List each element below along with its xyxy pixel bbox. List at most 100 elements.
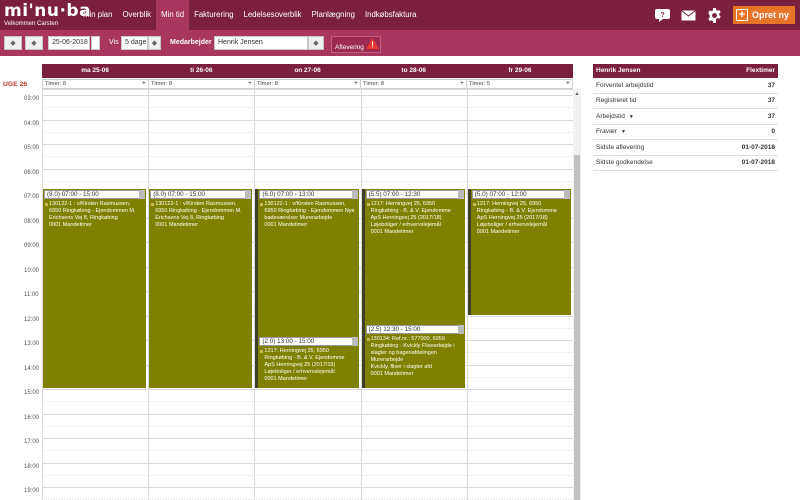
settings-gear-icon[interactable] (707, 7, 723, 23)
create-new-button[interactable]: + Opret ny (732, 6, 795, 24)
summary-row: Sidste aflevering 01-07-2018 (593, 140, 778, 156)
entry-line: Ringkøbing - Kvickly Flisearbejde i (370, 342, 455, 349)
entry-line: 1217: Herningvej 25, 6950 (370, 201, 436, 207)
date-field[interactable]: 25-06-2018 (48, 36, 90, 50)
nav-indkobsfaktura[interactable]: Indkøbsfaktura (360, 0, 422, 30)
row-label: Arbejdstid (596, 112, 625, 120)
nav-planlaegning[interactable]: Planlægning (307, 0, 360, 30)
calendar-icon[interactable] (91, 36, 100, 50)
prev-week-button[interactable]: ◆ (4, 36, 22, 50)
time-entry[interactable]: (5.5) 07:00 - 12:30 1217: Herningvej 25, … (361, 189, 465, 327)
entry-line: Ringkøbing - B. & V. Ejendomme (476, 208, 557, 214)
hour-row: 04:00 (0, 119, 573, 145)
entry-line: 0001 Mandetimer (264, 376, 308, 382)
timer-cell: Timer: 5 + (467, 79, 573, 89)
hour-label: 17:00 (24, 439, 40, 445)
entry-menu-icon[interactable] (457, 190, 464, 199)
scroll-up-icon[interactable]: ▲ (573, 91, 581, 99)
add-entry-icon[interactable]: + (248, 80, 252, 88)
row-value: 37 (767, 97, 775, 105)
mail-icon[interactable] (681, 7, 697, 23)
entry-status-icon (45, 203, 48, 206)
entry-line: 0001 Mandetimer (370, 370, 414, 377)
entry-header: (6.0) 07:00 - 13:00 (259, 190, 358, 199)
grid-top-line (42, 89, 573, 90)
add-entry-icon[interactable]: + (566, 80, 570, 88)
hour-line (42, 95, 573, 96)
hour-label: 15:00 (24, 390, 40, 396)
hour-line (42, 144, 573, 145)
entry-line: Løjeboliger / erhvervslejemål (476, 222, 548, 228)
timer-text: Timer: 8 (363, 81, 385, 87)
summary-row[interactable]: Arbejdstid ▼ 37 (593, 109, 778, 125)
hour-line (42, 438, 573, 439)
svg-text:?: ? (661, 12, 665, 19)
nav-fakturering[interactable]: Fakturering (189, 0, 238, 30)
entry-header: (2.0) 13:00 - 15:00 (259, 337, 358, 346)
days-select[interactable]: 5 dage (121, 36, 148, 50)
next-week-button[interactable]: ◆ (25, 36, 43, 50)
time-entry[interactable]: (2.0) 13:00 - 15:00 1217: Herningvej 25, … (255, 336, 359, 388)
hour-line (42, 119, 573, 121)
add-entry-icon[interactable]: + (354, 80, 358, 88)
nav-min-plan[interactable]: Min plan (78, 0, 117, 30)
time-entry[interactable]: (8.0) 07:00 - 15:00 130122-1 : v/Kirsten … (149, 189, 253, 388)
employee-dropdown-button[interactable]: ◆ (308, 36, 324, 50)
entry-menu-icon[interactable] (351, 190, 358, 199)
timer-cell: Timer: 8 + (149, 79, 255, 89)
row-label: Registreret tid (596, 97, 637, 105)
half-hour-line (42, 474, 573, 476)
hour-label: 04:00 (24, 120, 40, 127)
days-dropdown-button[interactable]: ◆ (148, 36, 161, 50)
entry-time: (6.0) 07:00 - 13:00 (262, 191, 315, 198)
entry-body: 130122-1 : v/Kirsten Rasmussen, 6950 Ring… (258, 200, 358, 229)
time-entry[interactable]: (5.0) 07:00 - 12:00 1217: Herningvej 25, … (467, 189, 571, 315)
timer-text: Timer: 8 (257, 81, 279, 87)
entry-body: 1217: Herningvej 25, 6950 Ringkøbing - B.… (258, 347, 358, 383)
day-header: ma 25-06 (81, 67, 110, 74)
entry-line: 0001 Mandetimer (155, 222, 198, 228)
entry-menu-icon[interactable] (563, 190, 570, 199)
caret-down-icon[interactable]: ▼ (621, 129, 626, 135)
row-label: Sidste aflevering (596, 143, 645, 151)
entry-menu-icon[interactable] (139, 190, 146, 199)
entry-status-icon (366, 203, 370, 206)
entry-line: Murerarbejde (370, 356, 404, 363)
entry-line: 0001 Mandetimer (264, 222, 308, 228)
hour-label: 14:00 (24, 365, 40, 372)
summary-row[interactable]: Fravær ▼ 0 (593, 125, 778, 140)
summary-row: Sidste godkendelse 01-07-2018 (593, 156, 778, 171)
calendar-grid[interactable]: 03:00 04:00 05:00 06:00 07:00 08:00 09:00 10:00… (0, 89, 573, 500)
add-entry-icon[interactable]: + (142, 80, 146, 88)
employee-field[interactable]: Henrik Jensen (214, 36, 308, 50)
scrollbar[interactable]: ▲ (573, 89, 581, 500)
entry-menu-icon[interactable] (351, 337, 358, 346)
hour-row: 03:00 (0, 95, 573, 120)
entry-header: (8.0) 07:00 - 15:00 (150, 190, 252, 199)
entry-header: (8.0) 07:00 - 15:00 (44, 190, 146, 199)
time-entry[interactable]: (8.0) 07:00 - 15:00 130122-1 : v/Kirsten … (43, 189, 147, 388)
help-icon[interactable]: ? (655, 7, 671, 23)
caret-down-icon[interactable]: ▼ (629, 114, 634, 120)
chevron-left-icon: ◆ (10, 40, 16, 47)
summary-panel: Henrik Jensen Flextimer Forventet arbejd… (593, 64, 778, 171)
nav-min-tid[interactable]: Min tid (156, 0, 190, 30)
entry-line: Ringkøbing - B. & V. Ejendomme (370, 208, 451, 214)
summary-row: Registreret tid 37 (593, 94, 778, 109)
timer-text: Timer: 5 (469, 81, 491, 87)
nav-overblik[interactable]: Overblik (117, 0, 156, 30)
row-label: Fravær (596, 128, 617, 136)
entry-line: Ringkøbing - B. & V. Ejendomme (264, 355, 345, 361)
entry-status-icon (260, 203, 264, 206)
entry-menu-icon[interactable] (457, 324, 464, 334)
add-entry-icon[interactable]: + (460, 80, 464, 88)
entry-time: (2.0) 13:00 - 15:00 (262, 338, 315, 345)
entry-menu-icon[interactable] (245, 190, 252, 199)
nav-ledelsesoverblik[interactable]: Ledelsesoverblik (239, 0, 307, 30)
hour-row: 15:00 (0, 389, 573, 414)
chevron-right-icon: ◆ (31, 40, 37, 47)
scrollbar-thumb[interactable] (574, 155, 580, 500)
time-entry[interactable]: (2.5) 12:30 - 15:00 130134: Ref.nr.: 5770… (361, 323, 465, 388)
entry-status-icon (151, 203, 155, 206)
time-entry[interactable]: (6.0) 07:00 - 13:00 130122-1 : v/Kirsten … (255, 189, 359, 339)
